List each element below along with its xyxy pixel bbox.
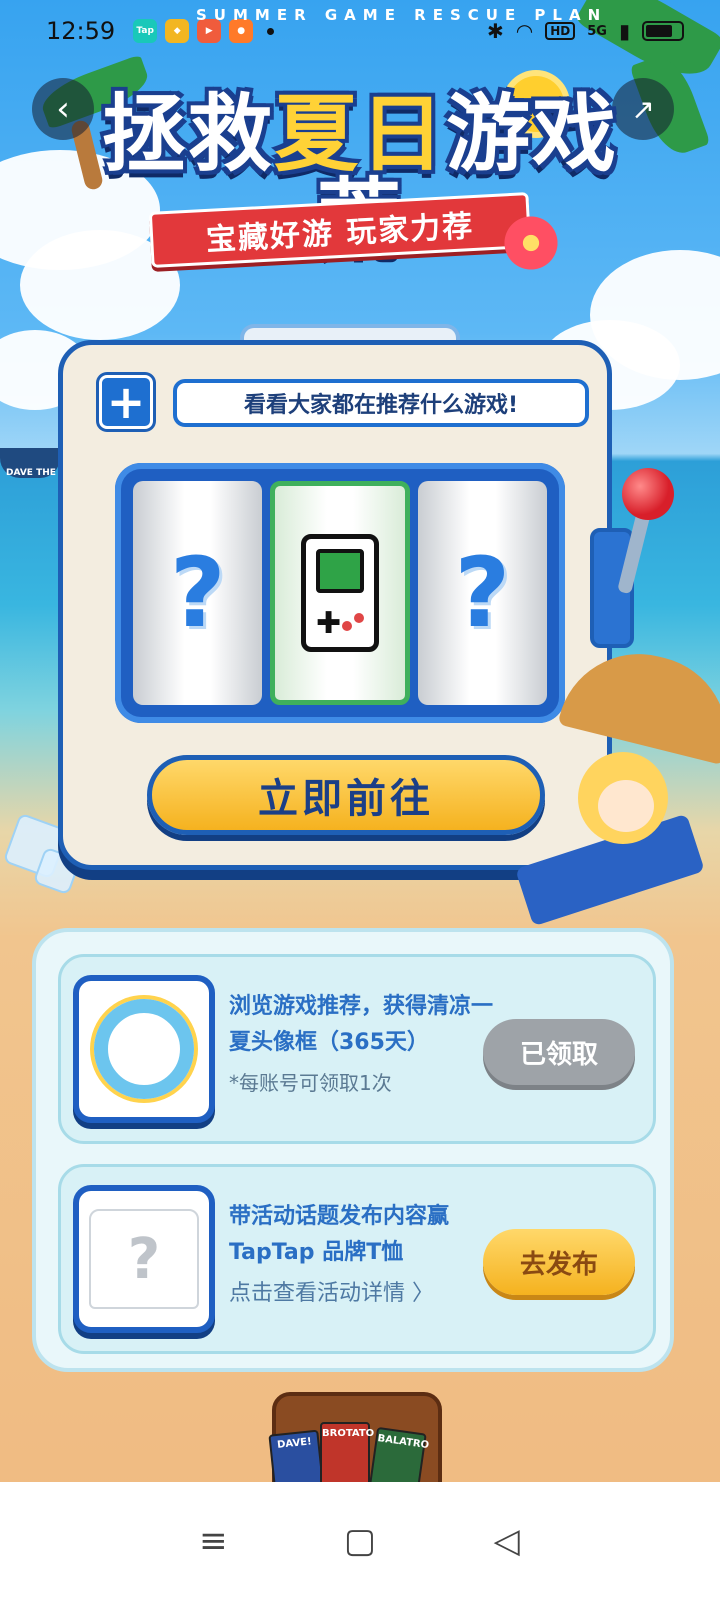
tshirt-icon: ? <box>89 1209 199 1309</box>
avatar-frame-thumbnail <box>73 975 215 1123</box>
reward-title: 浏览游戏推荐，获得清凉一夏头像框（365天） <box>229 994 494 1055</box>
reward-card-tshirt: ? 带活动话题发布内容赢 TapTap 品牌T恤 点击查看活动详情 〉 去发布 <box>58 1164 656 1354</box>
activity-details-link[interactable]: 点击查看活动详情 〉 <box>229 1275 499 1307</box>
signal-icon: ▮ <box>618 19 630 43</box>
plus-icon: + <box>99 375 153 429</box>
gameboy-icon: ✚ <box>300 534 379 652</box>
hd-icon: HD <box>545 22 576 40</box>
reel-right: ? <box>417 481 547 705</box>
reward-note: *每账号可领取1次 <box>229 1071 392 1095</box>
tshirt-thumbnail: ? <box>73 1185 215 1333</box>
slot-reels: ? ✚ ? <box>115 463 565 723</box>
network-type: 5G <box>587 23 607 39</box>
battery-icon <box>642 21 684 41</box>
question-mark-icon: ? <box>169 537 226 649</box>
post-button[interactable]: 去发布 <box>483 1229 635 1295</box>
reward-panel: 浏览游戏推荐，获得清凉一夏头像框（365天） *每账号可领取1次 已领取 ? 带… <box>32 928 674 1372</box>
hibiscus-icon <box>500 212 562 274</box>
notification-dot-icon <box>267 27 275 35</box>
taptap-app-icon: Tap <box>133 19 158 43</box>
system-nav-bar: ≡ ▢ ◁ <box>0 1482 720 1600</box>
back-icon[interactable]: ◁ <box>477 1511 537 1571</box>
slot-lever[interactable] <box>622 468 674 520</box>
mascot-face <box>598 780 654 832</box>
title-part-1: 拯救 <box>101 85 274 183</box>
diamond-app-icon: ◆ <box>165 19 190 43</box>
slot-prompt: 看看大家都在推荐什么游戏! <box>173 379 589 427</box>
menu-icon[interactable]: ≡ <box>183 1511 243 1571</box>
go-now-button[interactable]: 立即前往 <box>147 755 545 835</box>
reward-title: 带活动话题发布内容赢 TapTap 品牌T恤 <box>229 1204 450 1265</box>
treasure-chest-illustration: DAVE! BROTATO BALATRO <box>268 1392 442 1507</box>
reel-left: ? <box>133 481 263 705</box>
home-icon[interactable]: ▢ <box>330 1511 390 1571</box>
status-time: 12:59 <box>46 17 116 45</box>
chevron-left-icon: ‹ <box>56 89 70 129</box>
event-tagline: SUMMER GAME RESCUE PLAN <box>196 6 608 24</box>
claimed-button[interactable]: 已领取 <box>483 1019 635 1085</box>
slot-machine: + 看看大家都在推荐什么游戏! ? ✚ ? 立即前往 <box>58 340 612 870</box>
avatar-frame-icon <box>94 999 194 1099</box>
question-mark-icon: ? <box>454 537 511 649</box>
reel-center: ✚ <box>270 481 410 705</box>
reward-card-avatar-frame: 浏览游戏推荐，获得清凉一夏头像框（365天） *每账号可领取1次 已领取 <box>58 954 656 1144</box>
